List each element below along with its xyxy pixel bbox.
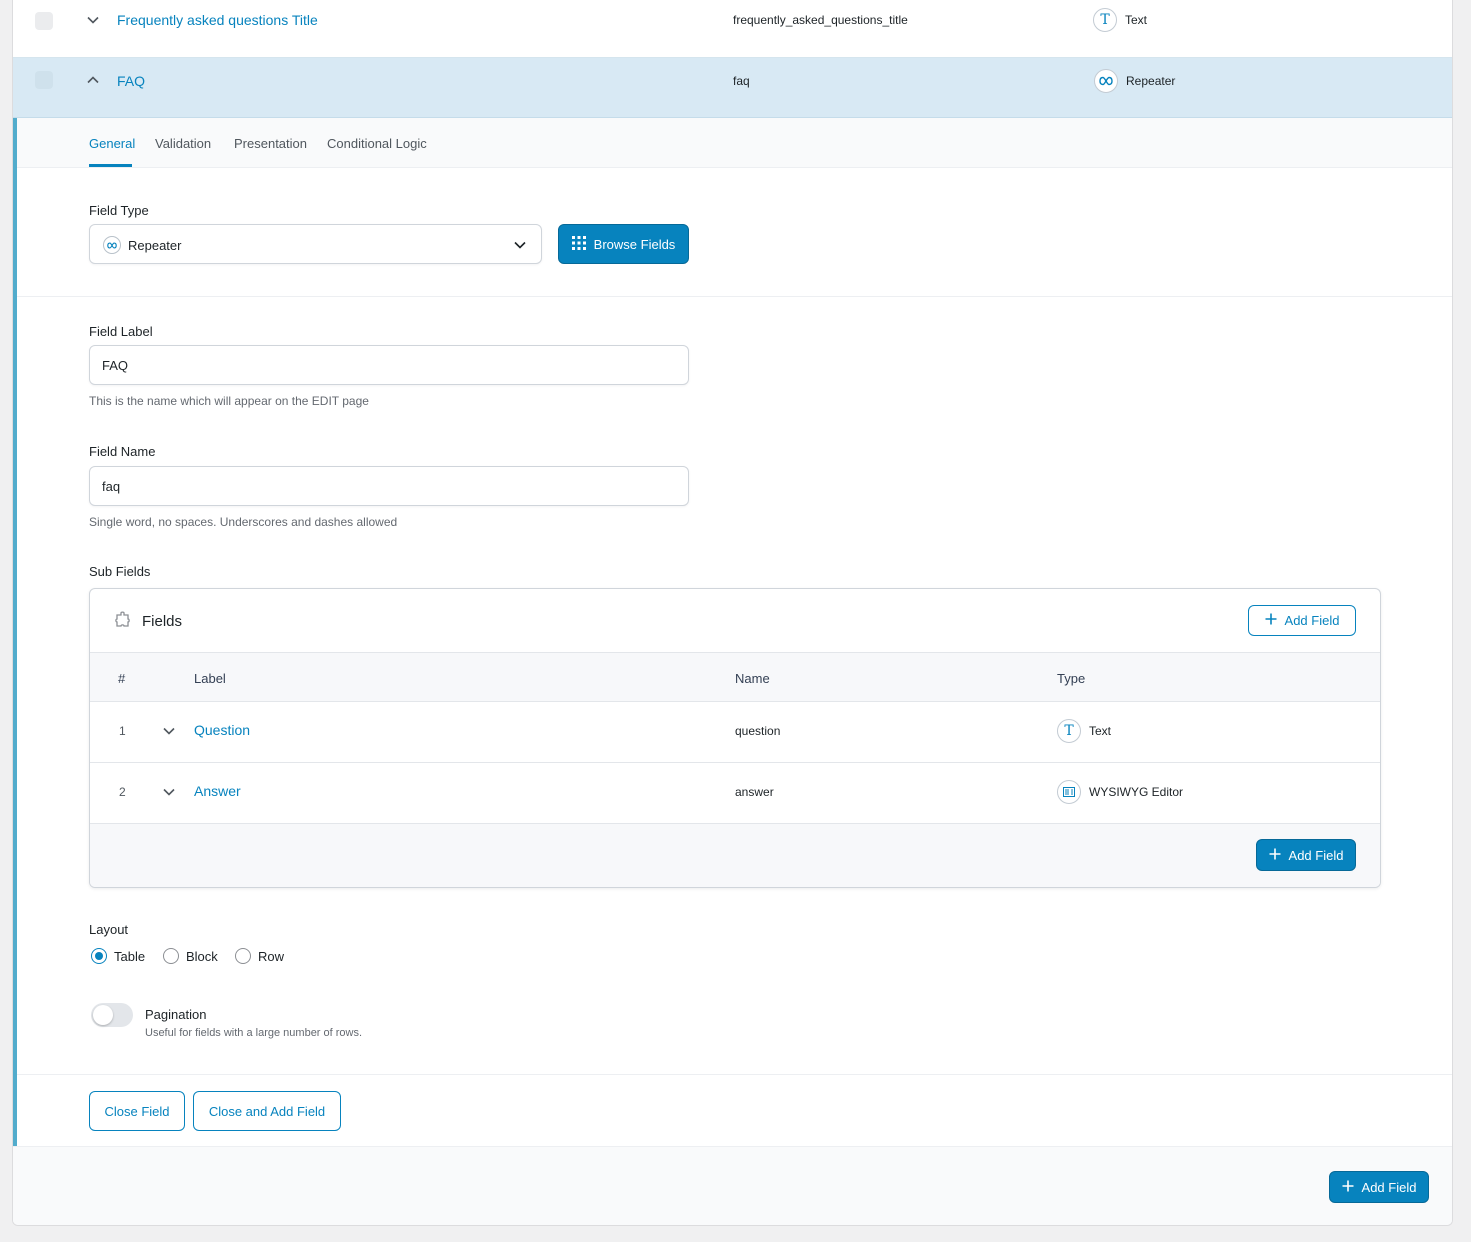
add-field-top-button[interactable]: Add Field — [1248, 605, 1356, 636]
field-name-label: Field Name — [89, 444, 156, 459]
tab-general[interactable]: General — [89, 136, 135, 151]
sub-fields-column-header: # Label Name Type — [90, 653, 1380, 702]
field-type-value: Repeater — [128, 238, 182, 253]
radio-unselected[interactable] — [235, 948, 251, 964]
pagination-hint: Useful for fields with a large number of… — [145, 1027, 363, 1039]
plus-icon — [1269, 848, 1281, 863]
layout-label: Layout — [89, 922, 129, 937]
layout-option-table[interactable]: Table — [91, 948, 145, 964]
chevron-down-icon[interactable] — [162, 724, 176, 738]
plus-icon — [1265, 613, 1277, 628]
chevron-down-icon[interactable] — [86, 13, 100, 27]
pagination-label: Pagination — [145, 1007, 207, 1022]
field-row-label[interactable]: FAQ — [117, 73, 145, 89]
field-row-type: Repeater — [1126, 74, 1176, 88]
browse-fields-button[interactable]: Browse Fields — [558, 224, 689, 264]
browse-fields-label: Browse Fields — [593, 236, 676, 252]
sub-fields-header: Fields Add Field — [90, 589, 1380, 653]
field-group-panel: Frequently asked questions Title frequen… — [12, 0, 1453, 1226]
active-tab-indicator — [89, 164, 132, 167]
field-row-label[interactable]: Frequently asked questions Title — [117, 12, 318, 28]
add-field-bottom-button[interactable]: Add Field — [1256, 839, 1356, 871]
field-row-name: faq — [733, 74, 750, 88]
drag-handle[interactable] — [35, 71, 53, 89]
field-label-input[interactable]: FAQ — [89, 345, 689, 385]
field-name-hint: Single word, no spaces. Underscores and … — [89, 515, 398, 529]
grid-icon — [571, 235, 586, 253]
text-icon: T — [1093, 8, 1117, 32]
close-field-button[interactable]: Close Field — [89, 1091, 185, 1131]
close-and-add-field-button[interactable]: Close and Add Field — [193, 1091, 341, 1131]
sub-fields-label: Sub Fields — [89, 564, 151, 579]
sub-fields-title: Fields — [142, 613, 183, 630]
sub-field-name: question — [735, 724, 781, 738]
sub-fields-box: Fields Add Field # Label Name Type 1 Que… — [89, 588, 1381, 888]
toggle-knob — [93, 1005, 113, 1025]
wysiwyg-icon — [1057, 780, 1081, 804]
field-label-hint: This is the name which will appear on th… — [89, 394, 369, 408]
plus-icon — [1342, 1180, 1354, 1195]
add-field-label: Add Field — [1284, 613, 1340, 628]
field-settings: General Validation Presentation Conditio… — [13, 118, 1452, 1146]
sub-field-type: WYSIWYG Editor — [1089, 785, 1184, 799]
section-divider — [17, 296, 1452, 297]
radio-selected[interactable] — [91, 948, 107, 964]
tab-validation[interactable]: Validation — [155, 136, 211, 151]
field-row-name: frequently_asked_questions_title — [733, 13, 908, 27]
field-row-faq[interactable]: FAQ faq Repeater — [13, 58, 1452, 118]
chevron-up-icon[interactable] — [86, 73, 100, 87]
chevron-down-icon — [513, 238, 527, 255]
drag-handle[interactable] — [35, 12, 53, 30]
chevron-down-icon[interactable] — [162, 785, 176, 799]
field-type-label: Field Type — [89, 203, 149, 218]
add-field-footer-button[interactable]: Add Field — [1329, 1171, 1429, 1203]
field-name-input[interactable]: faq — [89, 466, 689, 506]
column-name: Name — [735, 671, 770, 686]
row-number: 2 — [119, 785, 126, 799]
field-label-value: FAQ — [102, 357, 129, 373]
add-field-label: Add Field — [1288, 847, 1344, 863]
field-type-select[interactable]: Repeater — [89, 224, 542, 264]
sub-field-type: Text — [1089, 724, 1112, 738]
field-row-type: Text — [1125, 13, 1148, 27]
radio-unselected[interactable] — [163, 948, 179, 964]
text-icon: T — [1057, 719, 1081, 743]
table-row[interactable]: 1 Question question T Text — [90, 702, 1380, 763]
column-number: # — [118, 671, 126, 686]
puzzle-icon — [114, 611, 132, 632]
field-group-footer: Add Field — [13, 1146, 1452, 1225]
sub-field-name: answer — [735, 785, 774, 799]
column-label: Label — [194, 671, 226, 686]
field-label-label: Field Label — [89, 324, 153, 339]
field-name-value: faq — [102, 478, 121, 494]
pagination-toggle[interactable] — [91, 1003, 133, 1027]
tab-conditional-logic[interactable]: Conditional Logic — [327, 136, 427, 151]
sub-fields-footer: Add Field — [90, 824, 1380, 887]
sub-field-label[interactable]: Answer — [194, 783, 241, 799]
column-type: Type — [1057, 671, 1086, 686]
layout-option-label: Table — [114, 948, 146, 964]
table-row[interactable]: 2 Answer answer WYSIWYG Editor — [90, 763, 1380, 824]
add-field-label: Add Field — [1361, 1179, 1417, 1195]
sub-field-label[interactable]: Question — [194, 722, 250, 738]
layout-option-row[interactable]: Row — [235, 948, 284, 964]
settings-tabs: General Validation Presentation Conditio… — [17, 118, 1452, 168]
layout-option-label: Block — [186, 948, 218, 964]
field-row-faq-title[interactable]: Frequently asked questions Title frequen… — [13, 0, 1452, 58]
section-divider — [17, 1074, 1452, 1075]
layout-option-block[interactable]: Block — [163, 948, 218, 964]
layout-option-label: Row — [258, 948, 285, 964]
tab-presentation[interactable]: Presentation — [234, 136, 307, 151]
repeater-icon — [103, 236, 121, 254]
row-number: 1 — [119, 724, 126, 738]
repeater-icon — [1094, 69, 1118, 93]
